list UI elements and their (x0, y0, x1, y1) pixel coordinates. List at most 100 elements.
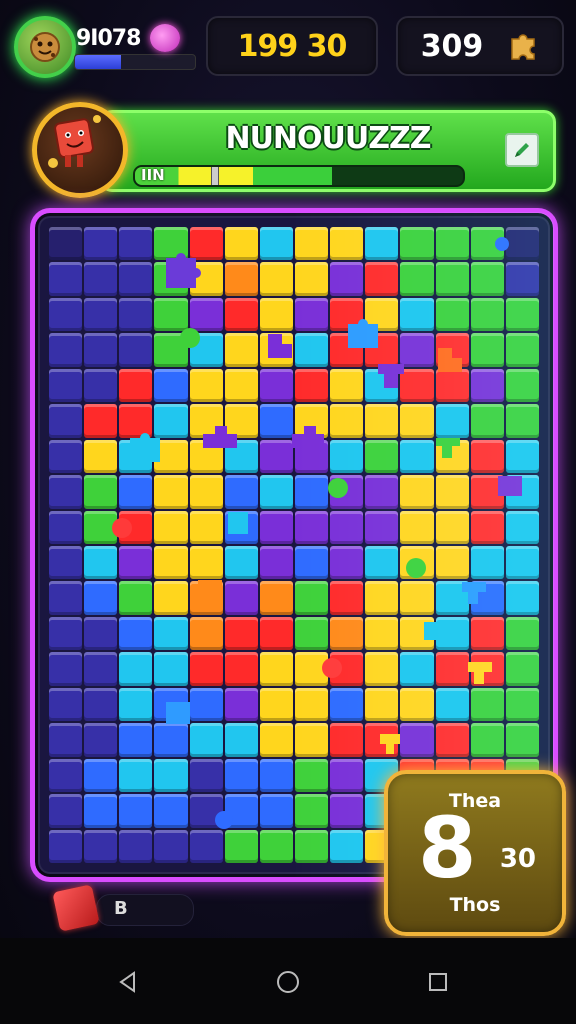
grid-cell[interactable] (84, 723, 118, 757)
grid-cell[interactable] (224, 475, 258, 509)
grid-cell[interactable] (400, 581, 434, 615)
grid-cell[interactable] (259, 227, 293, 261)
grid-cell[interactable] (330, 687, 364, 722)
grid-cell[interactable] (470, 297, 504, 332)
grid-cell[interactable] (365, 687, 399, 722)
recents-button[interactable] (418, 962, 458, 1002)
grid-cell[interactable] (189, 297, 223, 332)
grid-cell[interactable] (470, 227, 504, 261)
grid-cell[interactable] (330, 510, 364, 544)
grid-cell[interactable] (189, 368, 223, 403)
grid-cell[interactable] (365, 475, 399, 509)
grid-cell[interactable] (505, 652, 539, 686)
grid-cell[interactable] (400, 475, 434, 509)
grid-cell[interactable] (224, 439, 258, 474)
grid-cell[interactable] (365, 297, 399, 332)
grid-cell[interactable] (119, 723, 153, 757)
grid-cell[interactable] (400, 404, 434, 438)
grid-cell[interactable] (365, 439, 399, 474)
grid-cell[interactable] (119, 581, 153, 615)
grid-cell[interactable] (435, 333, 469, 367)
grid-cell[interactable] (294, 262, 329, 296)
grid-cell[interactable] (119, 829, 153, 863)
grid-cell[interactable] (84, 262, 118, 296)
grid-cell[interactable] (435, 297, 469, 332)
grid-cell[interactable] (224, 794, 258, 828)
grid-cell[interactable] (294, 475, 329, 509)
red-cube-icon[interactable] (52, 884, 100, 932)
grid-cell[interactable] (259, 581, 293, 615)
grid-cell[interactable] (470, 545, 504, 580)
grid-cell[interactable] (84, 758, 118, 793)
grid-cell[interactable] (400, 545, 434, 580)
grid-cell[interactable] (294, 829, 329, 863)
grid-cell[interactable] (154, 652, 188, 686)
grid-cell[interactable] (224, 262, 258, 296)
grid-cell[interactable] (84, 333, 118, 367)
grid-cell[interactable] (259, 723, 293, 757)
grid-cell[interactable] (259, 758, 293, 793)
grid-cell[interactable] (49, 404, 83, 438)
grid-cell[interactable] (84, 581, 118, 615)
grid-cell[interactable] (259, 794, 293, 828)
grid-cell[interactable] (470, 510, 504, 544)
grid-cell[interactable] (154, 758, 188, 793)
grid-cell[interactable] (294, 616, 329, 651)
grid-cell[interactable] (224, 404, 258, 438)
grid-cell[interactable] (259, 439, 293, 474)
grid-cell[interactable] (470, 404, 504, 438)
grid-cell[interactable] (119, 510, 153, 544)
grid-cell[interactable] (435, 439, 469, 474)
grid-cell[interactable] (294, 581, 329, 615)
pieces-panel[interactable]: 309 (396, 16, 564, 76)
grid-cell[interactable] (84, 297, 118, 332)
grid-cell[interactable] (400, 333, 434, 367)
grid-cell[interactable] (224, 510, 258, 544)
grid-cell[interactable] (505, 687, 539, 722)
grid-cell[interactable] (400, 723, 434, 757)
grid-cell[interactable] (154, 333, 188, 367)
grid-cell[interactable] (49, 687, 83, 722)
grid-cell[interactable] (505, 439, 539, 474)
grid-cell[interactable] (330, 439, 364, 474)
grid-cell[interactable] (119, 475, 153, 509)
grid-cell[interactable] (154, 368, 188, 403)
grid-cell[interactable] (400, 262, 434, 296)
grid-cell[interactable] (330, 475, 364, 509)
grid-cell[interactable] (259, 262, 293, 296)
home-button[interactable] (268, 962, 308, 1002)
grid-cell[interactable] (470, 475, 504, 509)
grid-cell[interactable] (119, 687, 153, 722)
grid-cell[interactable] (330, 581, 364, 615)
powerup-slot[interactable]: B (52, 884, 196, 932)
grid-cell[interactable] (330, 723, 364, 757)
grid-cell[interactable] (330, 333, 364, 367)
grid-cell[interactable] (224, 368, 258, 403)
grid-cell[interactable] (505, 368, 539, 403)
grid-cell[interactable] (119, 368, 153, 403)
grid-cell[interactable] (259, 616, 293, 651)
grid-cell[interactable] (154, 404, 188, 438)
grid-cell[interactable] (154, 227, 188, 261)
grid-cell[interactable] (224, 758, 258, 793)
grid-cell[interactable] (154, 510, 188, 544)
grid-cell[interactable] (224, 297, 258, 332)
grid-cell[interactable] (224, 829, 258, 863)
grid-cell[interactable] (505, 475, 539, 509)
grid-cell[interactable] (49, 758, 83, 793)
grid-cell[interactable] (259, 510, 293, 544)
grid-cell[interactable] (189, 475, 223, 509)
grid-cell[interactable] (435, 404, 469, 438)
grid-cell[interactable] (365, 581, 399, 615)
mascot-badge[interactable] (32, 102, 128, 198)
grid-cell[interactable] (189, 545, 223, 580)
grid-cell[interactable] (330, 262, 364, 296)
grid-cell[interactable] (365, 262, 399, 296)
grid-cell[interactable] (189, 687, 223, 722)
grid-cell[interactable] (224, 227, 258, 261)
grid-cell[interactable] (49, 794, 83, 828)
grid-cell[interactable] (259, 297, 293, 332)
grid-cell[interactable] (189, 439, 223, 474)
grid-cell[interactable] (49, 368, 83, 403)
grid-cell[interactable] (505, 723, 539, 757)
